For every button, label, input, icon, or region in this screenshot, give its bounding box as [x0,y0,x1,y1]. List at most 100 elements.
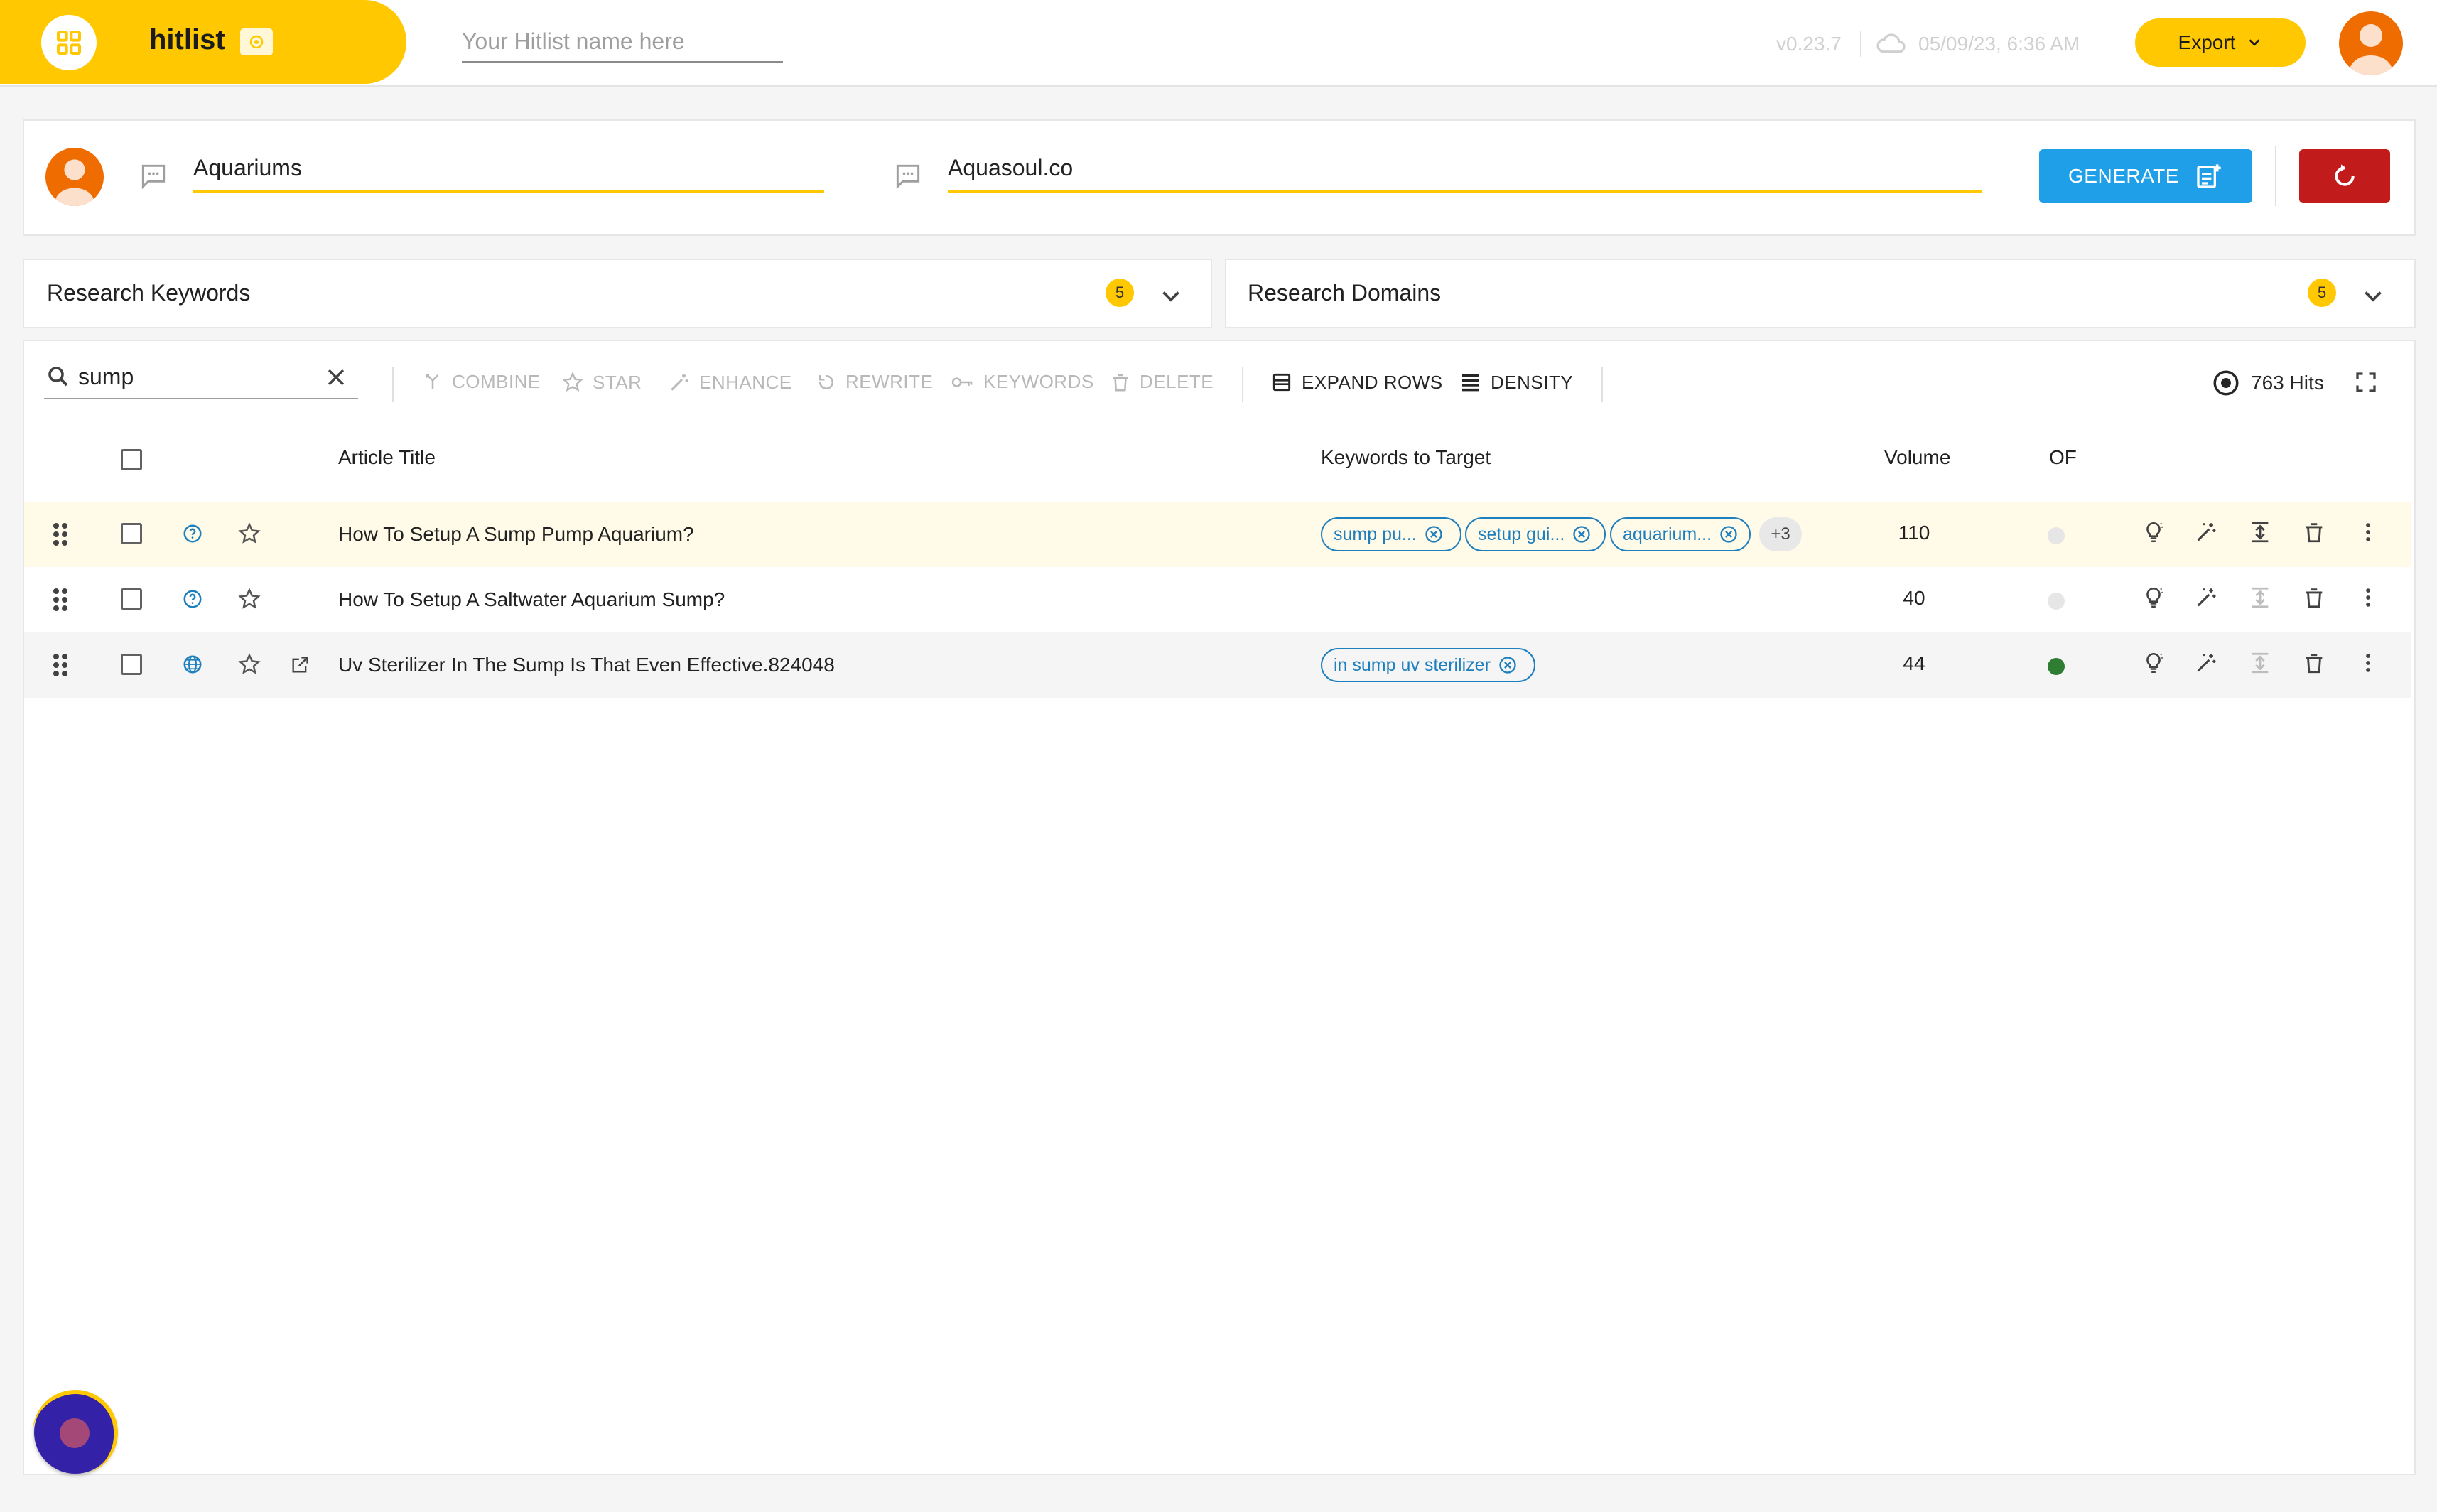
key-icon [951,372,975,393]
keywords-label: KEYWORDS [983,371,1094,392]
reset-button[interactable] [2299,149,2390,203]
column-header-keywords[interactable]: Keywords to Target [1321,446,1491,469]
keywords-button[interactable]: KEYWORDS [951,371,1094,393]
more-vert-icon[interactable] [2356,651,2380,675]
hits-label: 763 Hits [2251,372,2324,394]
export-label: Export [2178,31,2236,53]
remove-chip-icon[interactable] [1498,655,1518,675]
keyword-chip[interactable]: sump pu... [1321,517,1461,551]
research-domains-title: Research Domains [1248,280,1442,306]
article-title[interactable]: Uv Sterilizer In The Sump Is That Even E… [338,654,835,676]
lightbulb-icon[interactable] [2141,651,2166,675]
keyword-chip[interactable]: setup gui... [1465,517,1606,551]
row-checkbox[interactable] [121,523,142,544]
open-external-icon[interactable] [290,655,310,675]
trash-icon[interactable] [2302,651,2326,675]
more-vert-icon[interactable] [2356,520,2380,544]
search-icon [45,364,71,389]
generate-button[interactable]: GENERATE [2039,149,2252,203]
more-vert-icon[interactable] [2356,585,2380,610]
of-status-dot [2048,527,2065,544]
refresh-icon [2330,162,2359,190]
hitlist-name-input[interactable] [462,21,783,63]
fullscreen-icon[interactable] [2353,369,2379,395]
brand-badge-icon [240,28,273,55]
star-outline-icon[interactable] [237,587,261,611]
of-status-dot [2048,593,2065,610]
volume-value: 44 [1903,652,1925,674]
lightbulb-icon[interactable] [2141,585,2166,610]
version-label: v0.23.7 [1776,33,1842,55]
star-button[interactable]: STAR [561,371,642,394]
column-header-title[interactable]: Article Title [338,446,436,469]
remove-chip-icon[interactable] [1719,524,1739,544]
view-agenda-icon [1270,371,1293,394]
generate-label: GENERATE [2068,165,2179,187]
magic-wand-icon[interactable] [2194,585,2218,610]
expand-vertical-icon[interactable] [2248,585,2272,610]
select-all-checkbox[interactable] [121,449,142,470]
keyword-chip-label: in sump uv sterilizer [1334,654,1491,675]
expand-rows-button[interactable]: EXPAND ROWS [1270,371,1443,394]
star-outline-icon[interactable] [237,652,261,676]
keyword-chip-label: setup gui... [1478,524,1565,544]
density-icon [1459,371,1482,394]
export-button[interactable]: Export [2135,18,2306,67]
star-outline-icon[interactable] [237,522,261,546]
row-checkbox[interactable] [121,588,142,610]
rewrite-button[interactable]: REWRITE [816,371,933,393]
expand-vertical-icon[interactable] [2248,651,2272,675]
volume-value: 40 [1903,587,1925,609]
owner-avatar[interactable] [45,148,104,206]
enhance-button[interactable]: ENHANCE [668,371,792,394]
magic-wand-icon [668,371,691,394]
clear-search-icon[interactable] [324,365,348,389]
magic-wand-icon[interactable] [2194,651,2218,675]
research-keywords-count: 5 [1106,279,1134,307]
research-keywords-title: Research Keywords [47,280,251,306]
delete-button[interactable]: DELETE [1110,371,1214,393]
question-icon [182,523,203,544]
density-button[interactable]: DENSITY [1459,371,1573,394]
keyword-chip[interactable]: aquarium... [1610,517,1751,551]
delete-label: DELETE [1140,371,1214,392]
apps-grid-icon[interactable] [41,15,97,70]
chevron-down-icon [2247,35,2262,50]
more-keywords-chip[interactable]: +3 [1759,517,1802,551]
of-status-dot [2048,658,2065,675]
combine-label: COMBINE [452,371,541,392]
drag-handle-icon[interactable] [50,585,71,614]
trash-icon[interactable] [2302,520,2326,544]
note-add-icon [2195,162,2223,190]
column-header-volume[interactable]: Volume [1884,446,1950,469]
divider [1860,31,1861,57]
article-title[interactable]: How To Setup A Saltwater Aquarium Sump? [338,588,725,611]
drag-handle-icon[interactable] [50,520,71,549]
magic-wand-icon[interactable] [2194,520,2218,544]
search-input[interactable]: sump [78,364,134,390]
row-checkbox[interactable] [121,654,142,675]
column-header-of[interactable]: OF [2049,446,2077,469]
comment-icon [138,161,169,192]
cloud-icon [1876,31,1907,57]
topic-input[interactable]: Aquariums [193,155,824,193]
chevron-down-icon[interactable] [1158,283,1184,308]
merge-icon [422,372,443,393]
combine-button[interactable]: COMBINE [422,371,541,393]
last-saved-time: 05/09/23, 6:36 AM [1918,33,2080,55]
domain-input[interactable]: Aquasoul.co [948,155,1982,193]
keyword-chip[interactable]: in sump uv sterilizer [1321,648,1535,682]
lightbulb-icon[interactable] [2141,520,2166,544]
expand-vertical-icon[interactable] [2248,520,2272,544]
trash-icon[interactable] [2302,585,2326,610]
user-avatar[interactable] [2339,11,2403,75]
toolbar-divider [392,367,394,402]
article-title[interactable]: How To Setup A Sump Pump Aquarium? [338,523,694,546]
remove-chip-icon[interactable] [1424,524,1444,544]
remove-chip-icon[interactable] [1572,524,1592,544]
chevron-down-icon[interactable] [2360,283,2386,308]
drag-handle-icon[interactable] [50,651,71,679]
undo-icon [816,372,837,393]
hits-counter: 763 Hits [2211,368,2324,398]
star-outline-icon [561,371,584,394]
